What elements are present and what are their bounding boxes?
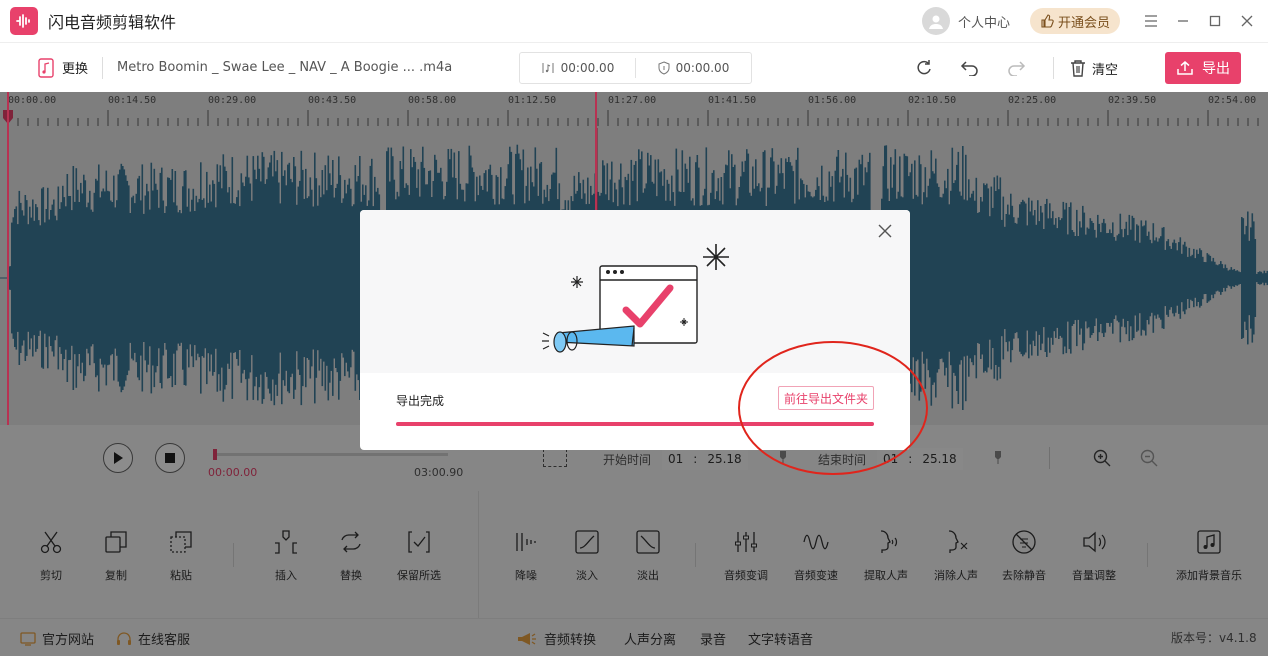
open-export-folder-button[interactable]: 前往导出文件夹	[778, 386, 874, 410]
export-status-text: 导出完成	[396, 394, 445, 408]
toolbar: 更换 Metro Boomin _ Swae Lee _ NAV _ A Boo…	[0, 42, 1268, 92]
file-name: Metro Boomin _ Swae Lee _ NAV _ A Boogie…	[117, 60, 453, 75]
title-bar: 闪电音频剪辑软件 个人中心 开通会员	[0, 0, 1268, 42]
modal-backdrop	[0, 491, 1268, 618]
export-progress-fill	[396, 422, 874, 426]
selection-duration: 00:00.00	[675, 61, 730, 75]
reset-icon[interactable]	[912, 56, 936, 80]
trash-icon	[1071, 60, 1085, 77]
export-progress-bar	[396, 422, 874, 426]
thumbs-up-icon	[1041, 14, 1054, 28]
clear-button[interactable]: 清空	[1070, 55, 1118, 81]
menu-icon[interactable]	[1138, 8, 1164, 34]
divider	[1053, 57, 1054, 79]
dialog-close-icon[interactable]	[878, 224, 894, 240]
user-center-link[interactable]: 个人中心	[958, 12, 1010, 31]
export-label: 导出	[1202, 61, 1230, 77]
total-duration: 00:00.00	[560, 61, 615, 75]
minimize-icon[interactable]	[1170, 8, 1196, 34]
modal-backdrop	[0, 618, 1268, 656]
playhead-line	[7, 92, 9, 425]
export-success-illustration	[360, 210, 910, 373]
vip-label: 开通会员	[1057, 15, 1110, 31]
vip-button[interactable]: 开通会员	[1029, 8, 1120, 34]
redo-icon[interactable]	[1004, 56, 1028, 80]
export-button[interactable]: 导出	[1165, 52, 1241, 84]
maximize-icon[interactable]	[1202, 8, 1228, 34]
shield-icon	[658, 61, 670, 75]
avatar[interactable]	[921, 7, 950, 35]
time-display: 00:00.00 00:00.00	[519, 52, 752, 84]
music-file-icon	[38, 57, 54, 78]
close-window-icon[interactable]	[1234, 8, 1260, 34]
app-logo-icon	[10, 7, 38, 35]
replace-file-button[interactable]: 更换	[38, 57, 89, 78]
music-note-icon	[542, 63, 554, 73]
export-complete-dialog: 导出完成 前往导出文件夹	[360, 210, 910, 450]
app-title: 闪电音频剪辑软件	[48, 13, 177, 32]
replace-label: 更换	[62, 62, 89, 77]
clear-label: 清空	[1092, 62, 1119, 78]
undo-icon[interactable]	[958, 56, 982, 80]
divider	[102, 56, 104, 79]
upload-icon	[1177, 61, 1193, 75]
